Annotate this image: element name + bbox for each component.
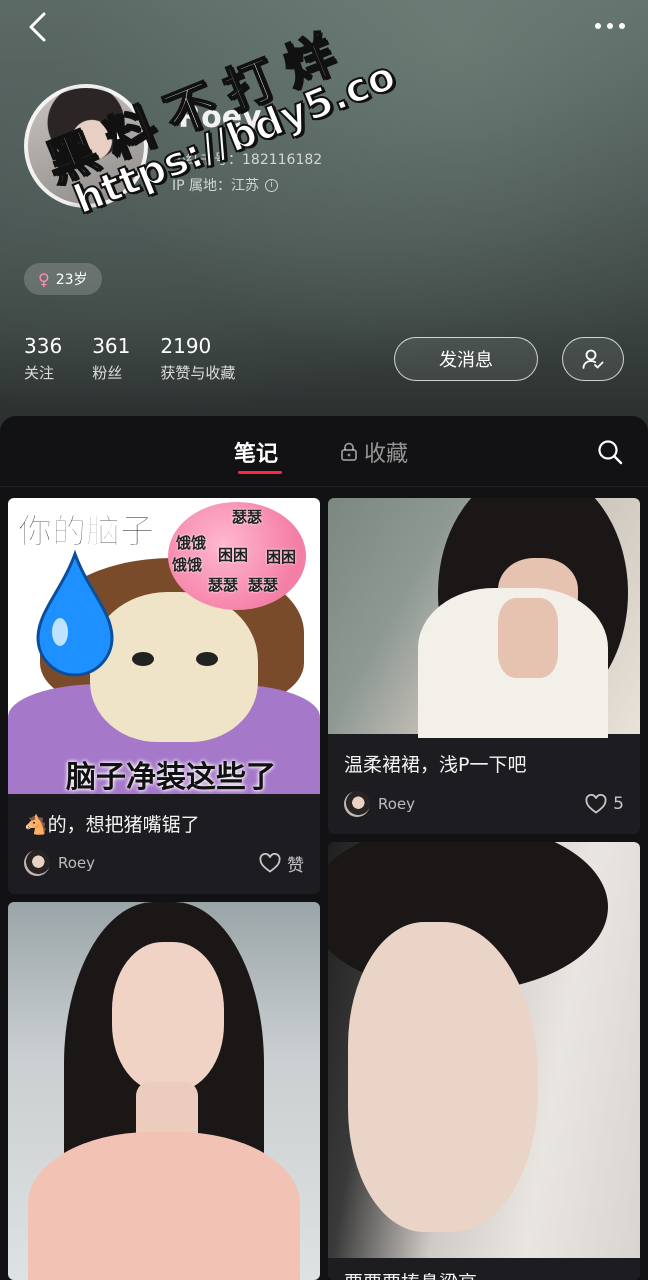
stat-value: 336 [24,334,63,358]
tab-favorites[interactable]: 收藏 [340,436,408,468]
note-meta: Roey 赞 [24,850,304,876]
tab-favorites-label: 收藏 [364,442,409,467]
follow-button[interactable] [562,337,624,381]
brain-word: 饿饿 [172,556,203,574]
like-button[interactable]: 赞 [259,851,304,876]
tab-indicator [238,471,282,474]
profile-stats: 336 关注 361 粉丝 2190 获赞与收藏 [24,334,265,383]
meme-eye [196,652,218,666]
age-badge: ♀ 23岁 [24,263,102,295]
photo-face [112,942,224,1092]
note-card[interactable]: 要要要捧鼻梁高 [328,842,640,1280]
avatar[interactable] [24,84,148,208]
note-title: 🐴的，想把猪嘴锯了 [24,814,200,836]
note-cover-image [328,498,640,738]
stat-value: 361 [92,334,131,358]
note-card[interactable]: 饿饿 瑟瑟 饿饿 困困 困困 瑟瑟 瑟瑟 你的脑子 脑子净装这些了 🐴的，想把猪… [8,498,320,894]
info-icon[interactable]: i [265,178,279,192]
stat-following[interactable]: 336 关注 [24,334,62,383]
photo-face [348,922,538,1232]
send-message-button[interactable]: 发消息 [394,337,538,381]
stat-label: 关注 [24,364,55,382]
note-title: 要要要捧鼻梁高 [344,1268,477,1280]
like-count: 5 [613,794,624,814]
note-cover-image [328,842,640,1258]
ip-location: IP 属地：江苏 i [172,175,279,195]
author-avatar [344,791,370,817]
note-cover-image: 饿饿 瑟瑟 饿饿 困困 困困 瑟瑟 瑟瑟 你的脑子 脑子净装这些了 [8,498,320,795]
note-meta: Roey 5 [344,791,624,817]
note-card[interactable]: 温柔裙裙，浅P一下吧 Roey 5 [328,498,640,834]
stat-likes-collects[interactable]: 2190 获赞与收藏 [160,334,235,383]
photo-shirt [28,1132,300,1280]
author-name: Roey [58,854,96,872]
meme-caption-bottom: 脑子净装这些了 [66,760,276,795]
sweat-drop-icon [36,550,114,677]
heart-icon [259,853,281,873]
brain-word: 瑟瑟 [248,576,279,594]
like-count: 赞 [287,855,304,876]
note-cover-image [8,902,320,1280]
heart-icon [585,794,607,814]
stat-followers[interactable]: 361 粉丝 [92,334,130,383]
note-title: 温柔裙裙，浅P一下吧 [344,754,527,776]
note-card[interactable] [8,902,320,1280]
brain-word: 瑟瑟 [232,508,263,526]
divider [0,486,648,487]
photo-hand [498,598,558,678]
top-bar [0,0,648,60]
brain-word: 困困 [218,546,249,564]
brain-word: 瑟瑟 [208,576,239,594]
meme-caption-top: 你的脑子 [18,512,155,553]
stat-label: 粉丝 [92,364,123,382]
brain-word: 饿饿 [176,534,207,552]
age-text: 23岁 [55,272,88,288]
chevron-left-icon[interactable] [22,10,56,44]
more-dots-icon[interactable] [590,12,630,40]
stat-label: 获赞与收藏 [160,364,236,382]
author-name: Roey [378,795,416,813]
lock-icon [341,442,357,461]
brain-word: 困困 [266,548,297,566]
tab-bar: 笔记 收藏 [0,416,648,486]
search-icon[interactable] [596,438,624,466]
meme-brain: 饿饿 瑟瑟 饿饿 困困 困困 瑟瑟 瑟瑟 [168,502,306,610]
note-author[interactable]: Roey [24,850,95,876]
redbook-id: 小红书号：182116182 [172,152,323,168]
user-check-icon [582,349,604,369]
tab-notes[interactable]: 笔记 [234,436,278,468]
note-author[interactable]: Roey [344,791,415,817]
female-icon: ♀ [38,269,50,289]
meme-eye [132,652,154,666]
like-button[interactable]: 5 [585,794,624,814]
stat-value: 2190 [160,334,212,358]
username: Roey [178,100,262,135]
ip-location-text: IP 属地：江苏 [172,178,260,194]
author-avatar [24,850,50,876]
